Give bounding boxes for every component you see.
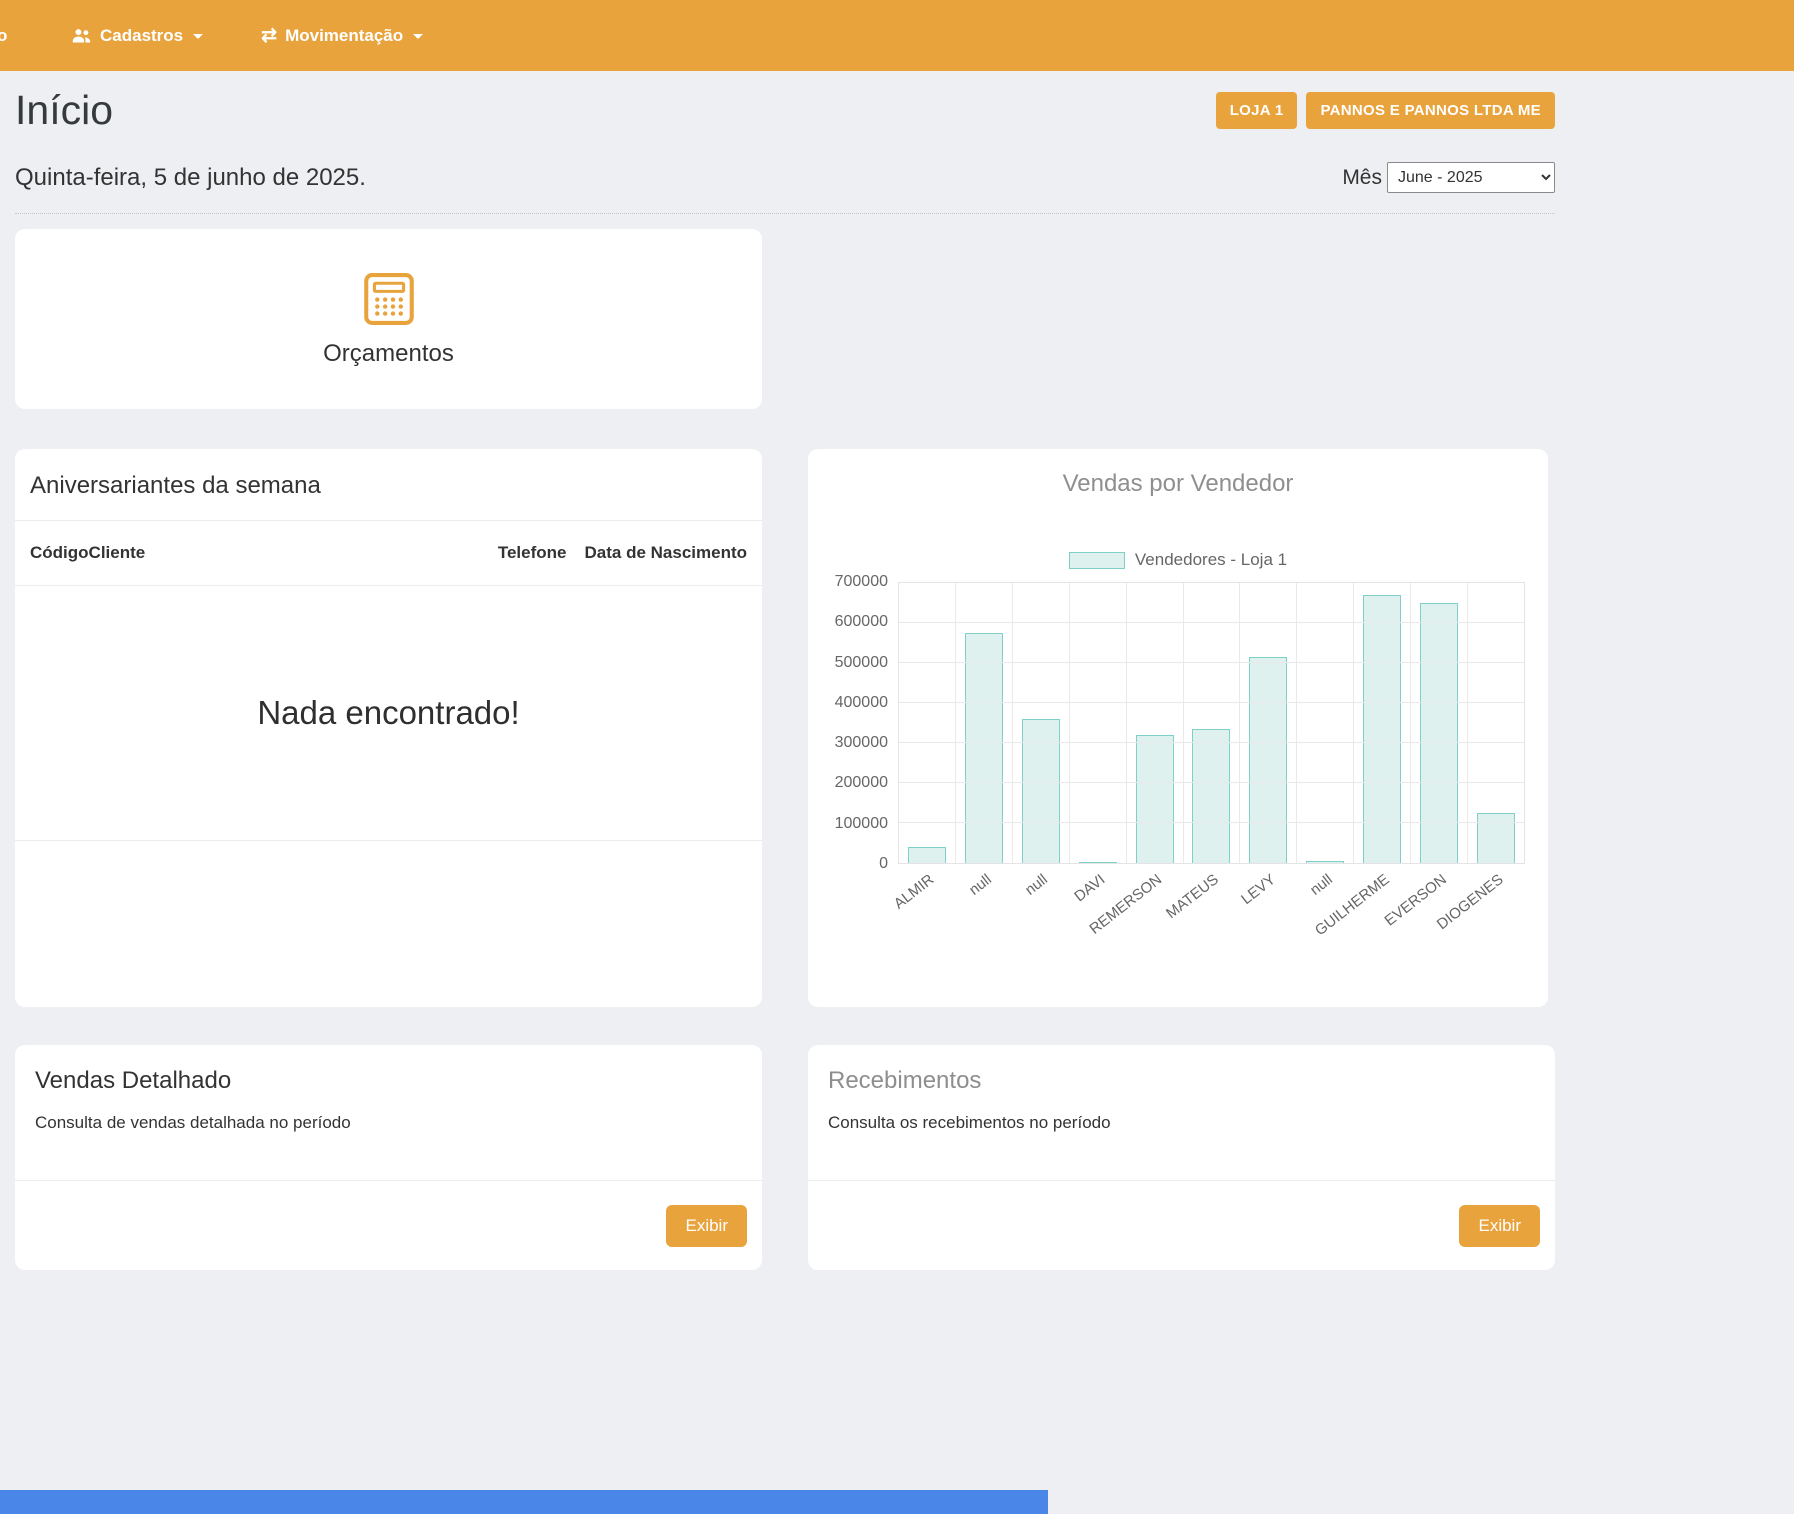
birthdays-card: Aniversariantes da semana Código Cliente… xyxy=(15,449,762,1007)
bar-slot: ALMIR xyxy=(899,583,956,863)
x-tick-label: MATEUS xyxy=(1163,871,1222,922)
card-subtitle: Consulta os recebimentos no período xyxy=(828,1113,1535,1133)
y-tick-label: 0 xyxy=(879,856,888,872)
y-tick-label: 200000 xyxy=(835,775,888,791)
calculator-icon xyxy=(361,271,417,332)
bar xyxy=(1022,719,1060,863)
bar xyxy=(965,633,1003,863)
bar xyxy=(908,847,946,863)
x-tick-label: null xyxy=(1307,871,1336,899)
bar xyxy=(1079,862,1117,863)
page-header: Início LOJA 1 PANNOS E PANNOS LTDA ME xyxy=(15,87,1555,134)
vendas-detalhado-card: Vendas Detalhado Consulta de vendas deta… xyxy=(15,1045,762,1270)
nav-item-label: Cadastros xyxy=(100,26,183,46)
chevron-down-icon xyxy=(193,34,203,39)
bar-slot: null xyxy=(1297,583,1354,863)
legend-swatch xyxy=(1069,552,1125,569)
birthdays-card-footer xyxy=(15,841,762,1007)
exibir-recebimentos-button[interactable]: Exibir xyxy=(1459,1205,1540,1247)
column-header-codigo: Código xyxy=(30,543,89,563)
legend-label: Vendedores - Loja 1 xyxy=(1135,550,1287,570)
x-tick-label: null xyxy=(965,871,994,899)
chevron-down-icon xyxy=(413,34,423,39)
x-tick-label: DAVI xyxy=(1071,871,1108,905)
bar xyxy=(1477,813,1515,863)
bar xyxy=(1192,729,1230,863)
gridline xyxy=(899,622,1524,623)
card-title: Vendas Detalhado xyxy=(35,1067,742,1095)
chart-legend: Vendedores - Loja 1 xyxy=(808,550,1548,570)
gridline xyxy=(899,742,1524,743)
month-select[interactable]: June - 2025 xyxy=(1387,162,1555,193)
bar-slot: DIOGENES xyxy=(1468,583,1524,863)
bar xyxy=(1420,603,1458,863)
card-subtitle: Consulta de vendas detalhada no período xyxy=(35,1113,742,1133)
column-header-nascimento: Data de Nascimento xyxy=(585,543,748,563)
current-date: Quinta-feira, 5 de junho de 2025. xyxy=(15,164,366,192)
bar-slot: LEVY xyxy=(1240,583,1297,863)
y-tick-label: 100000 xyxy=(835,816,888,832)
orcamentos-shortcut-card[interactable]: Orçamentos xyxy=(15,229,762,409)
gridline xyxy=(899,662,1524,663)
vendas-por-vendedor-card: Vendas por Vendedor Vendedores - Loja 1 … xyxy=(808,449,1548,1007)
y-tick-label: 600000 xyxy=(835,614,888,630)
chart-bars: ALMIRnullnullDAVIREMERSONMATEUSLEVYnullG… xyxy=(899,583,1524,863)
company-button[interactable]: PANNOS E PANNOS LTDA ME xyxy=(1306,92,1555,129)
bar xyxy=(1136,735,1174,863)
page-title: Início xyxy=(15,87,113,134)
navbar-partial-item[interactable]: o xyxy=(0,26,13,46)
store-button[interactable]: LOJA 1 xyxy=(1216,92,1298,129)
recebimentos-card: Recebimentos Consulta os recebimentos no… xyxy=(808,1045,1555,1270)
column-header-cliente: Cliente xyxy=(89,543,498,563)
bar xyxy=(1249,657,1287,863)
month-label: Mês xyxy=(1342,166,1382,190)
footer-bar xyxy=(0,1490,1048,1514)
column-header-telefone: Telefone xyxy=(498,543,567,563)
gridline xyxy=(899,822,1524,823)
bar-slot: MATEUS xyxy=(1184,583,1241,863)
card-title: Recebimentos xyxy=(828,1067,1535,1095)
chart-plot: ALMIRnullnullDAVIREMERSONMATEUSLEVYnullG… xyxy=(898,582,1525,864)
y-tick-label: 500000 xyxy=(835,655,888,671)
nav-item-cadastros[interactable]: Cadastros xyxy=(71,26,203,46)
users-icon xyxy=(71,27,92,45)
bar-slot: EVERSON xyxy=(1411,583,1468,863)
bar-slot: DAVI xyxy=(1070,583,1127,863)
empty-state-message: Nada encontrado! xyxy=(15,586,762,840)
nav-item-label: Movimentação xyxy=(285,26,403,46)
transfer-arrows-icon: ⇄ xyxy=(261,26,277,45)
x-tick-label: ALMIR xyxy=(891,871,938,913)
gridline xyxy=(899,782,1524,783)
nav-item-movimentacao[interactable]: ⇄ Movimentação xyxy=(261,26,423,46)
bar-slot: REMERSON xyxy=(1127,583,1184,863)
birthdays-title: Aniversariantes da semana xyxy=(15,449,762,520)
chart-area: 0100000200000300000400000500000600000700… xyxy=(808,582,1548,864)
bar-slot: null xyxy=(956,583,1013,863)
x-tick-label: null xyxy=(1022,871,1051,899)
gridline xyxy=(899,702,1524,703)
orcamentos-label: Orçamentos xyxy=(323,340,454,368)
y-tick-label: 400000 xyxy=(835,695,888,711)
top-navbar: o Cadastros ⇄ Movimentação xyxy=(0,0,1794,71)
bar xyxy=(1306,861,1344,863)
bar-slot: GUILHERME xyxy=(1354,583,1411,863)
bar-slot: null xyxy=(1013,583,1070,863)
chart-title: Vendas por Vendedor xyxy=(808,470,1548,498)
birthdays-table-header: Código Cliente Telefone Data de Nascimen… xyxy=(15,521,762,585)
x-tick-label: LEVY xyxy=(1238,871,1279,908)
y-tick-label: 300000 xyxy=(835,735,888,751)
y-tick-label: 700000 xyxy=(835,574,888,590)
exibir-vendas-button[interactable]: Exibir xyxy=(666,1205,747,1247)
chart-y-axis: 0100000200000300000400000500000600000700… xyxy=(808,582,898,864)
date-row: Quinta-feira, 5 de junho de 2025. Mês Ju… xyxy=(15,162,1555,214)
